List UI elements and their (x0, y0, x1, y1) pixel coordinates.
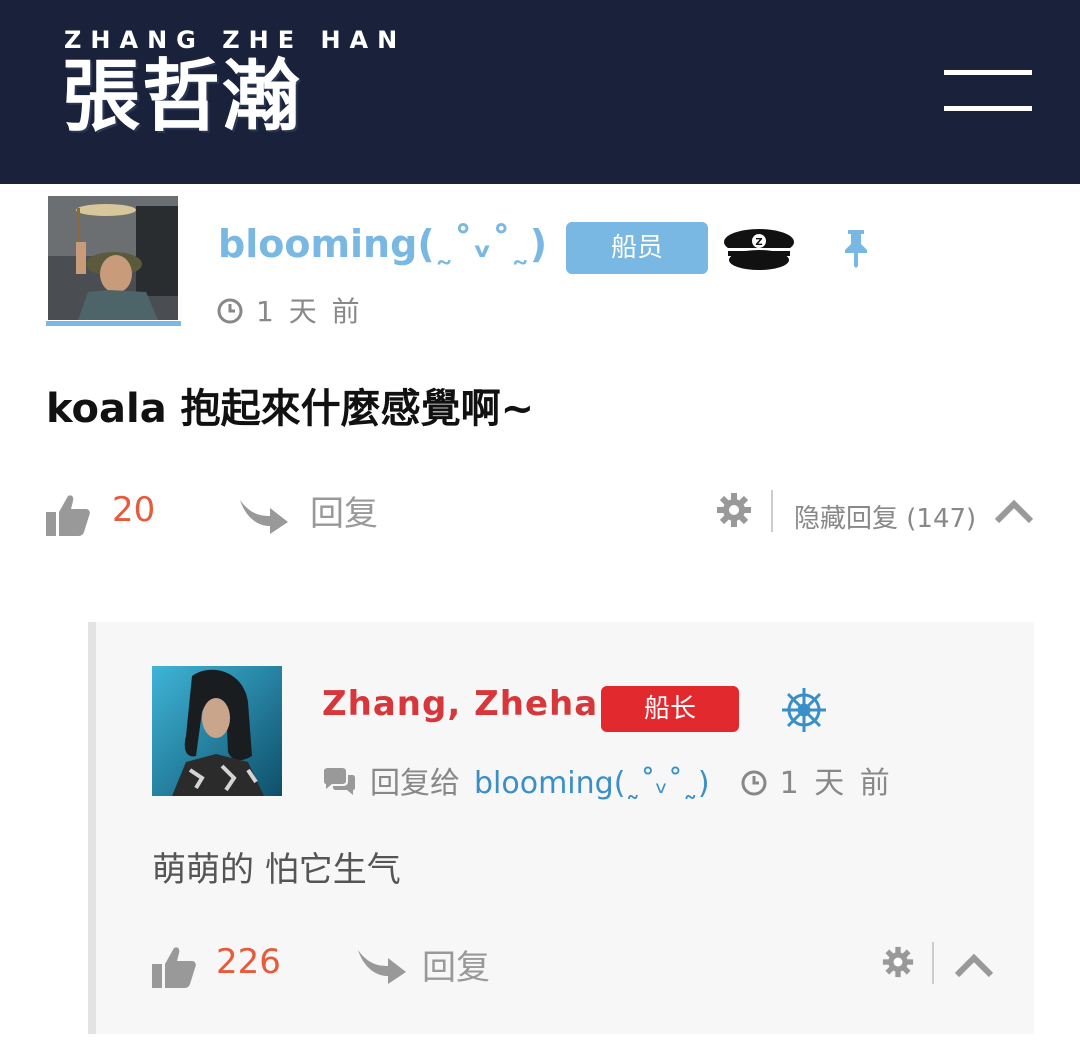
gear-icon[interactable] (882, 946, 914, 978)
reply-button[interactable]: 回复 (422, 940, 490, 989)
reply-comment: Zhang, Zhehan 船长 回复给 blooming(˷˚ᵥ˚˷) 1 天 … (88, 622, 1034, 1034)
time-text: 1 天 前 (779, 766, 893, 801)
svg-text:Z: Z (755, 237, 762, 248)
clock-icon (741, 770, 767, 796)
reply-to-label: 回复给 (370, 766, 460, 801)
like-count: 226 (216, 942, 281, 982)
comment-text: koala 抱起來什麼感覺啊~ (46, 386, 535, 432)
avatar[interactable] (152, 666, 282, 796)
username[interactable]: Zhang, Zhehan (322, 684, 623, 724)
chevron-up-icon[interactable] (954, 952, 994, 978)
hamburger-menu-icon[interactable] (944, 70, 1032, 114)
clock-icon (217, 298, 243, 324)
divider (932, 942, 934, 984)
hide-replies-button[interactable]: 隐藏回复 (147) (794, 498, 976, 535)
chevron-up-icon[interactable] (994, 498, 1034, 524)
thumbs-up-icon[interactable] (152, 946, 196, 988)
logo-subtitle: ZHANG ZHE HAN (64, 26, 407, 54)
comment-text: 萌萌的 怕它生气 (152, 850, 401, 890)
time-text: 1 天 前 (256, 295, 363, 328)
avatar-underline (46, 321, 181, 326)
reply-arrow-icon[interactable] (240, 494, 290, 534)
comments-icon (324, 768, 355, 795)
post-time: 1 天 前 (216, 290, 363, 330)
role-badge: 船员 (566, 222, 708, 274)
avatar[interactable] (48, 196, 178, 320)
reply-button[interactable]: 回复 (310, 486, 378, 535)
logo-title[interactable]: 張哲瀚 (62, 52, 302, 142)
ship-wheel-icon (782, 688, 826, 732)
site-header: ZHANG ZHE HAN 張哲瀚 (0, 0, 1080, 184)
reply-arrow-icon[interactable] (358, 944, 408, 984)
gear-icon[interactable] (716, 492, 752, 528)
username[interactable]: blooming(˷˚ᵥ˚˷) (218, 222, 547, 266)
thumbs-up-icon[interactable] (46, 494, 90, 536)
pin-icon[interactable] (840, 228, 872, 268)
divider (771, 490, 773, 532)
reply-meta: 回复给 blooming(˷˚ᵥ˚˷) 1 天 前 (322, 758, 893, 802)
captain-hat-icon: Z (724, 229, 794, 270)
comment-actions: 20 回复 隐藏回复 (147) (46, 486, 1036, 542)
reply-to-username[interactable]: blooming(˷˚ᵥ˚˷) (474, 766, 710, 801)
like-count: 20 (112, 490, 156, 530)
role-badge: 船长 (601, 686, 739, 732)
